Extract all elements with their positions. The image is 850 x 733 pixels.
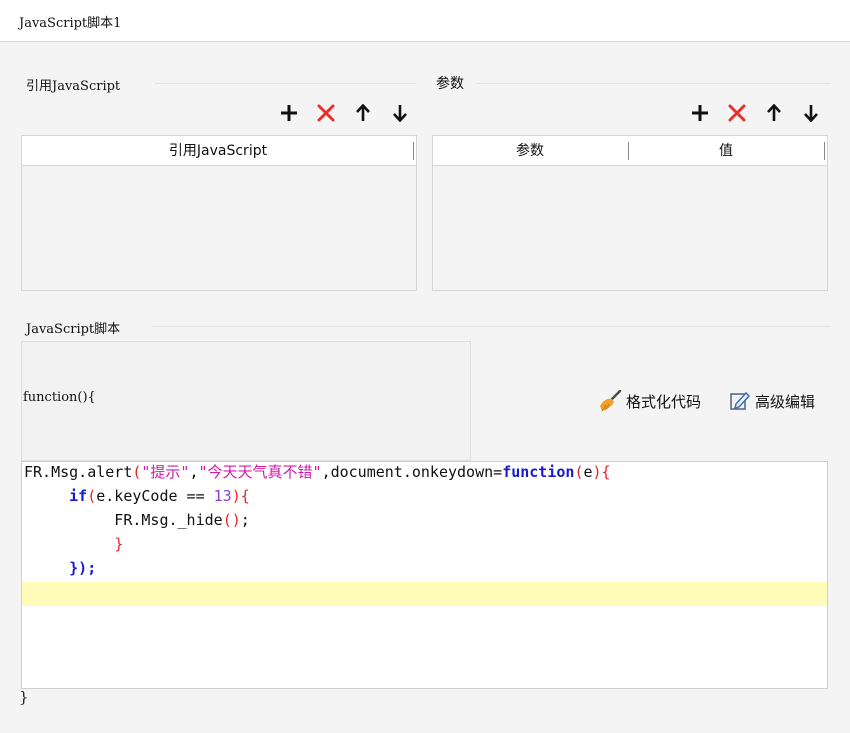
arrow-down-icon — [392, 105, 407, 122]
code-token: e.keyCode == — [96, 487, 214, 505]
code-token: ( — [87, 487, 97, 505]
code-token: ,document.onkeydown= — [321, 463, 503, 481]
dialog-title: JavaScript脚本1 — [19, 16, 122, 31]
plus-icon — [691, 105, 708, 121]
ref-js-section-label: 引用JavaScript — [26, 79, 121, 94]
code-line: if(e.keyCode == 13){ — [24, 484, 250, 508]
code-token: ){ — [231, 487, 250, 505]
code-token: FR.Msg.alert — [24, 463, 133, 481]
dialog-title-bar: JavaScript脚本1 — [0, 0, 850, 42]
advanced-edit-label: 高级编辑 — [755, 392, 816, 411]
code-token: 13 — [213, 487, 232, 505]
code-token: "提示" — [141, 463, 190, 481]
param-move-down-button[interactable] — [792, 100, 829, 126]
param-table: 参数 值 — [432, 135, 828, 291]
column-separator — [824, 142, 825, 160]
delete-x-icon — [317, 104, 334, 122]
param-add-button[interactable] — [681, 100, 718, 126]
code-token: , — [189, 463, 199, 481]
column-separator — [413, 142, 414, 160]
ref-js-table-header: 引用JavaScript — [22, 136, 416, 166]
param-toolbar — [681, 100, 829, 126]
code-token: FR.Msg._hide — [24, 511, 223, 529]
format-code-label: 格式化代码 — [626, 392, 702, 411]
code-token: if — [69, 487, 88, 505]
ref-js-table: 引用JavaScript — [21, 135, 417, 291]
param-value-column-header[interactable]: 值 — [629, 136, 823, 166]
param-name-column-header[interactable]: 参数 — [433, 136, 627, 166]
advanced-edit-button[interactable]: 高级编辑 — [729, 390, 815, 412]
code-token: }); — [69, 559, 97, 577]
format-code-button[interactable]: 格式化代码 — [598, 390, 701, 412]
delete-x-icon — [728, 104, 745, 122]
param-section-label: 参数 — [436, 76, 464, 92]
param-delete-button[interactable] — [718, 100, 755, 126]
code-editor[interactable]: FR.Msg.alert ( "提示","今天天气真不错",document.onk… — [21, 461, 828, 689]
ref-add-button[interactable] — [270, 100, 307, 126]
param-section-divider — [476, 83, 831, 84]
code-line: }); — [24, 556, 96, 580]
code-line: } — [24, 532, 123, 556]
code-token: } — [114, 535, 124, 553]
ref-move-up-button[interactable] — [344, 100, 381, 126]
code-token: "今天天气真不错" — [198, 463, 322, 481]
script-section-label: JavaScript脚本 — [26, 322, 121, 337]
code-token: ; — [240, 511, 250, 529]
plus-icon — [280, 105, 297, 121]
code-line: FR.Msg.alert("提示","今天天气真不错",document.onk… — [24, 462, 611, 484]
arrow-down-icon — [803, 105, 818, 122]
param-move-up-button[interactable] — [755, 100, 792, 126]
code-token: ){ — [592, 463, 611, 481]
code-token: function — [502, 463, 575, 481]
arrow-up-icon — [766, 104, 781, 121]
ref-js-toolbar — [270, 100, 418, 126]
code-token: e — [583, 463, 593, 481]
function-header-text: function(){ — [23, 390, 96, 405]
code-token: () — [222, 511, 241, 529]
current-line-highlight — [22, 582, 827, 606]
broom-icon — [600, 390, 622, 412]
code-line: FR.Msg._hide(); — [24, 508, 250, 532]
ref-js-section-divider — [155, 83, 416, 84]
edit-icon — [730, 391, 751, 410]
script-section-divider — [152, 326, 831, 327]
function-closing-brace: } — [19, 688, 29, 706]
ref-js-column-header[interactable]: 引用JavaScript — [22, 136, 414, 166]
ref-delete-button[interactable] — [307, 100, 344, 126]
param-table-header: 参数 值 — [433, 136, 827, 166]
arrow-up-icon — [355, 104, 370, 121]
ref-move-down-button[interactable] — [381, 100, 418, 126]
